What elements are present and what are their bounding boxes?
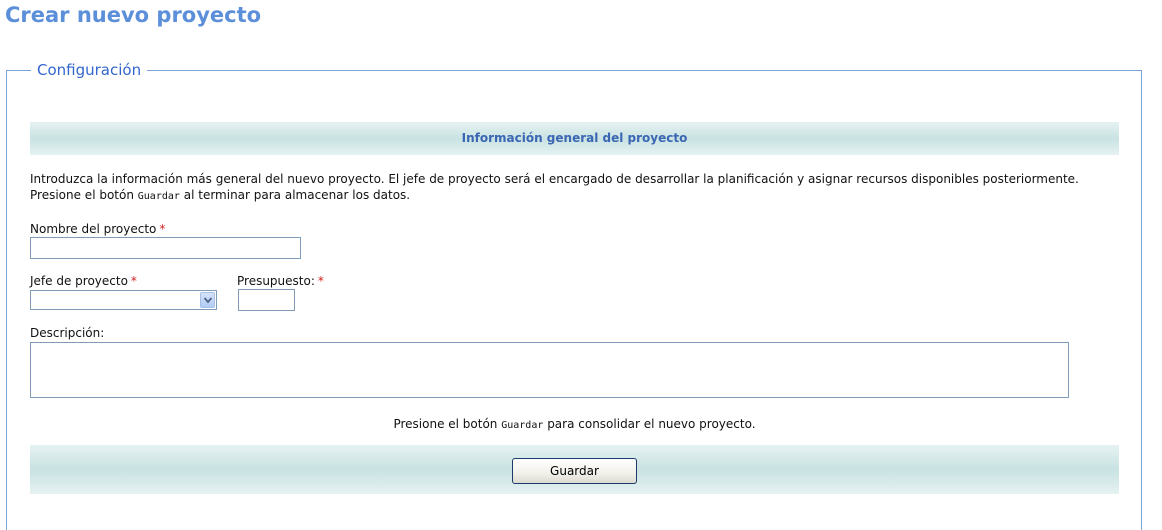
required-mark: * bbox=[130, 274, 137, 288]
project-name-input[interactable] bbox=[30, 237, 301, 259]
section-title: Información general del proyecto bbox=[461, 131, 688, 145]
intro-text-line2-end: al terminar para almacenar los datos. bbox=[179, 188, 411, 202]
description-label: Descripción: bbox=[30, 326, 104, 341]
project-manager-select[interactable] bbox=[30, 290, 217, 310]
confirm-text-end: para consolidar el nuevo proyecto. bbox=[543, 417, 756, 431]
project-name-label: Nombre del proyecto * bbox=[30, 222, 165, 237]
budget-input[interactable] bbox=[238, 289, 295, 311]
intro-code-guardar: Guardar bbox=[137, 191, 180, 202]
project-manager-label-text: Jefe de proyecto bbox=[30, 274, 128, 288]
section-header-band: Información general del proyecto bbox=[30, 122, 1119, 155]
description-textarea[interactable] bbox=[30, 342, 1069, 398]
project-name-label-text: Nombre del proyecto bbox=[30, 222, 157, 236]
required-mark: * bbox=[159, 222, 166, 236]
chevron-down-icon[interactable] bbox=[200, 292, 215, 308]
intro-text: Introduzca la información más general de… bbox=[30, 171, 1120, 205]
confirm-text-start: Presione el botón bbox=[393, 417, 502, 431]
save-button[interactable]: Guardar bbox=[512, 458, 637, 484]
required-mark: * bbox=[317, 274, 324, 288]
budget-label-text: Presupuesto: bbox=[237, 274, 315, 288]
confirm-code-guardar: Guardar bbox=[501, 420, 544, 431]
fieldset-legend: Configuración bbox=[31, 60, 148, 80]
intro-text-line1: Introduzca la información más general de… bbox=[30, 172, 1079, 186]
intro-text-line2: Presione el botón bbox=[30, 188, 138, 202]
description-label-text: Descripción: bbox=[30, 326, 105, 340]
confirm-text: Presione el botón Guardar para consolida… bbox=[30, 417, 1119, 431]
project-manager-label: Jefe de proyecto * bbox=[30, 274, 137, 289]
budget-label: Presupuesto: * bbox=[237, 274, 324, 289]
page-title: Crear nuevo proyecto bbox=[5, 3, 262, 27]
